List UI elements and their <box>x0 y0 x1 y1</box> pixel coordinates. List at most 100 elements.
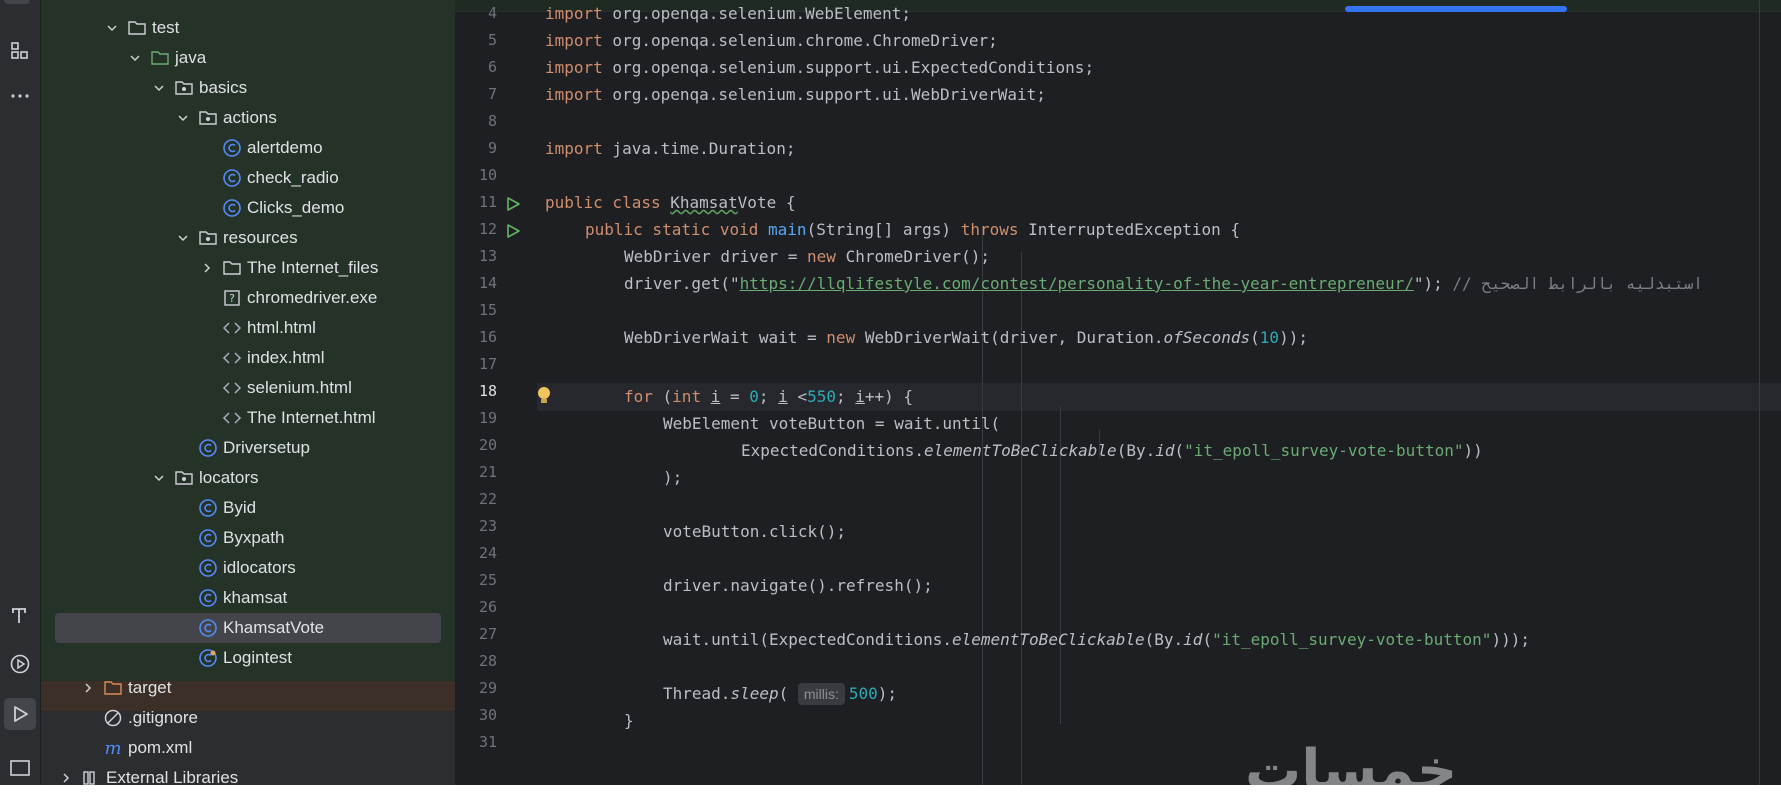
code-line-12: public static void main(String[] args) t… <box>585 220 1241 239</box>
tree-item-label: html.html <box>247 318 316 337</box>
url-link[interactable]: https://llqlifestyle.com/contest/persona… <box>740 274 1414 293</box>
code-line-27: wait.until(ExpectedConditions.elementToB… <box>663 630 1530 649</box>
more-icon <box>11 94 29 98</box>
code-editor[interactable]: 4 5 6 7 8 9 10 11 12 13 14 15 16 17 18 1… <box>455 0 1781 785</box>
code-line-11: public class KhamsatVote { <box>545 193 796 212</box>
tree-item-byxpath[interactable]: Byxpath <box>41 523 455 553</box>
java-class-icon <box>198 618 218 638</box>
tree-item-selenium-html[interactable]: selenium.html <box>41 373 455 403</box>
tree-item-label: Driversetup <box>223 438 310 457</box>
indexing-progress-bar <box>1345 6 1567 12</box>
run-icon <box>507 224 520 238</box>
code-line-30: } <box>624 711 634 730</box>
tree-item-external-libraries[interactable]: External Libraries <box>41 763 455 785</box>
lightbulb-icon <box>538 387 550 403</box>
code-line-18: for (int i = 0; i <550; i++) { <box>624 387 914 406</box>
project-tree: test java basics actions alertdemo check… <box>41 0 455 785</box>
line-number: 12 <box>478 220 497 238</box>
tree-item-label: chromedriver.exe <box>247 288 378 307</box>
services-button[interactable] <box>4 648 36 680</box>
tree-item-index-html[interactable]: index.html <box>41 343 455 373</box>
chevron-right-icon[interactable] <box>59 771 73 785</box>
java-class-icon <box>222 168 242 188</box>
chevron-down-icon[interactable] <box>128 51 142 65</box>
java-class-icon <box>222 138 242 158</box>
chevron-down-icon[interactable] <box>152 471 166 485</box>
tree-item-alertdemo[interactable]: alertdemo <box>41 133 455 163</box>
java-class-icon <box>198 558 218 578</box>
run-icon <box>507 197 520 211</box>
tree-item-label: khamsat <box>223 588 288 607</box>
html-file-icon <box>222 318 242 338</box>
terminal-button[interactable] <box>4 752 36 784</box>
run-class-button[interactable] <box>505 196 521 212</box>
terminal-icon <box>10 760 30 776</box>
tree-item-check-radio[interactable]: check_radio <box>41 163 455 193</box>
code-line-16: WebDriverWait wait = new WebDriverWait(d… <box>624 328 1308 347</box>
unknown-file-icon: ? <box>222 288 242 308</box>
html-file-icon <box>222 408 242 428</box>
structure-button[interactable] <box>4 34 36 66</box>
tree-item-label: .gitignore <box>128 708 198 727</box>
tree-item-the-internet-files[interactable]: The Internet_files <box>41 253 455 283</box>
tests-icon <box>12 608 26 623</box>
parameter-hint: millis: <box>797 683 845 705</box>
code-line-20: ExpectedConditions.elementToBeClickable(… <box>741 441 1483 460</box>
tests-button[interactable] <box>4 600 36 632</box>
tree-item-khamsat[interactable]: khamsat <box>41 583 455 613</box>
html-file-icon <box>222 378 242 398</box>
ignore-file-icon <box>103 708 123 728</box>
run-main-button[interactable] <box>505 223 521 239</box>
line-number-gutter: 4 5 6 7 8 9 10 11 12 13 14 15 16 17 18 1… <box>455 0 550 785</box>
tree-item-the-internet-html[interactable]: The Internet.html <box>41 403 455 433</box>
tree-item-resources[interactable]: resources <box>41 223 455 253</box>
tree-item-logintest[interactable]: Logintest <box>41 643 455 673</box>
tree-item-khamsatvote[interactable]: KhamsatVote <box>41 613 455 643</box>
package-icon <box>174 468 194 488</box>
tree-item-actions[interactable]: actions <box>41 103 455 133</box>
intention-bulb-button[interactable] <box>535 386 553 406</box>
top-tool-button[interactable] <box>4 0 30 4</box>
line-number: 19 <box>478 409 497 427</box>
package-icon <box>198 228 218 248</box>
code-line-29: Thread.sleep( millis: 500); <box>663 683 898 705</box>
line-number: 25 <box>478 571 497 589</box>
tree-item-byid[interactable]: Byid <box>41 493 455 523</box>
tree-item-label: Byxpath <box>223 528 285 547</box>
tree-item-gitignore[interactable]: .gitignore <box>41 703 455 733</box>
chevron-down-icon[interactable] <box>152 81 166 95</box>
chevron-down-icon[interactable] <box>176 231 190 245</box>
line-number: 6 <box>487 58 497 76</box>
line-number: 26 <box>478 598 497 616</box>
tree-item-label: The Internet_files <box>247 258 379 277</box>
java-class-icon <box>198 528 218 548</box>
chevron-down-icon[interactable] <box>105 21 119 35</box>
library-icon <box>81 768 101 785</box>
line-number: 28 <box>478 652 497 670</box>
line-number: 5 <box>487 31 497 49</box>
chevron-right-icon[interactable] <box>200 261 214 275</box>
tree-item-idlocators[interactable]: idlocators <box>41 553 455 583</box>
tree-item-clicks-demo[interactable]: Clicks_demo <box>41 193 455 223</box>
line-number-current: 18 <box>478 382 497 400</box>
more-tools-button[interactable] <box>4 80 36 112</box>
tree-item-java[interactable]: java <box>41 43 455 73</box>
tree-item-html-html[interactable]: html.html <box>41 313 455 343</box>
ide-window: test java basics actions alertdemo check… <box>0 0 1781 785</box>
tree-item-chromedriver[interactable]: ? chromedriver.exe <box>41 283 455 313</box>
chevron-down-icon[interactable] <box>176 111 190 125</box>
package-icon <box>174 78 194 98</box>
tree-item-basics[interactable]: basics <box>41 73 455 103</box>
tree-item-target[interactable]: target <box>41 673 455 703</box>
tree-item-label: actions <box>223 108 277 127</box>
tree-item-driversetup[interactable]: Driversetup <box>41 433 455 463</box>
services-icon <box>10 654 30 674</box>
chevron-right-icon[interactable] <box>81 681 95 695</box>
tree-item-locators[interactable]: locators <box>41 463 455 493</box>
tree-item-test[interactable]: test <box>41 13 455 43</box>
tree-item-pom-xml[interactable]: m pom.xml <box>41 733 455 763</box>
tree-item-label: KhamsatVote <box>223 618 325 637</box>
run-button[interactable] <box>4 698 36 730</box>
line-number: 17 <box>478 355 497 373</box>
tree-item-label: java <box>175 48 207 67</box>
